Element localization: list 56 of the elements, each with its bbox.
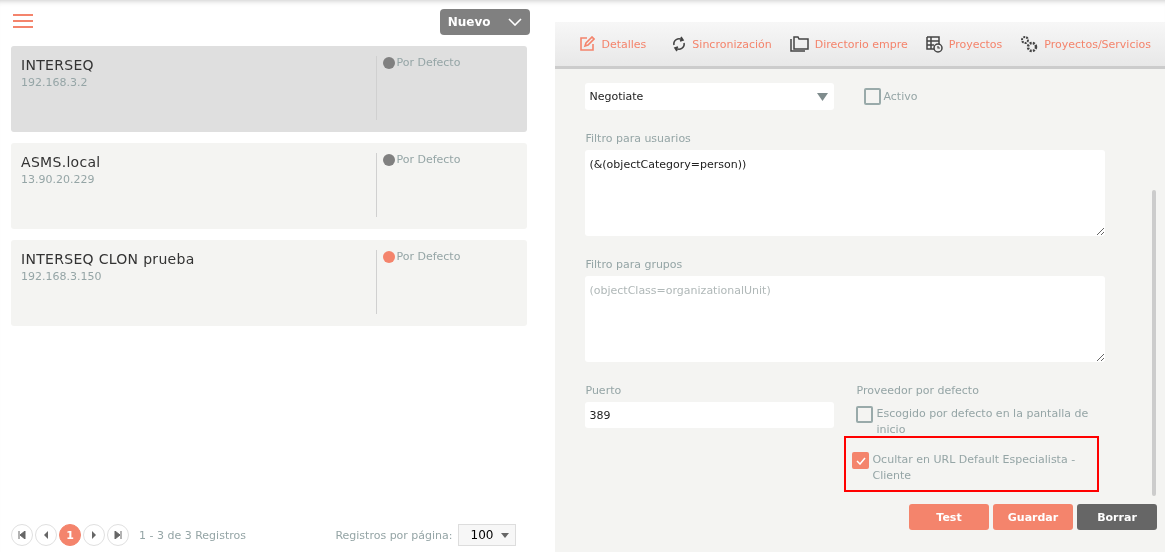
- port-field[interactable]: 389: [585, 402, 835, 428]
- next-page-button[interactable]: [83, 524, 105, 546]
- tab[interactable]: Sincronización: [668, 22, 786, 66]
- record-count: 1 - 3 de 3 Registros: [139, 528, 246, 542]
- dropdown-arrow-icon: [817, 92, 829, 101]
- group-filter-field[interactable]: (objectClass=organizationalUnit): [585, 276, 1106, 362]
- checkbox-label: Ocultar en URL Default Especialista - Cliente: [872, 452, 1077, 484]
- edit-icon: [579, 36, 596, 52]
- auth-select[interactable]: Negotiate: [585, 83, 835, 110]
- gears-icon: [1020, 35, 1039, 53]
- previous-page-button[interactable]: [35, 524, 57, 546]
- last-page-icon: [114, 531, 122, 539]
- field-label: Filtro para usuarios: [585, 132, 692, 145]
- new-button[interactable]: Nuevo: [439, 9, 531, 35]
- record-name: ASMS.local: [21, 154, 102, 170]
- tab[interactable]: Proyectos/Servicios: [1016, 22, 1165, 66]
- record-card[interactable]: ASMS.local 13.90.20.229 Por Defecto: [11, 143, 528, 229]
- chevron-down-icon: [508, 18, 523, 26]
- dropdown-arrow-icon: [501, 532, 510, 538]
- record-address: 192.168.3.2: [21, 76, 89, 89]
- check-icon: [855, 456, 866, 465]
- tab[interactable]: Proyectos: [921, 22, 1017, 66]
- table-clock-icon: [925, 35, 943, 53]
- next-icon: [91, 531, 97, 539]
- delete-button[interactable]: Borrar: [1077, 504, 1157, 530]
- default-label: Por Defecto: [396, 153, 461, 166]
- last-page-button[interactable]: [107, 524, 129, 546]
- default-label: Por Defecto: [396, 250, 461, 263]
- per-page-label: Registros por página:: [335, 528, 453, 542]
- record-address: 13.90.20.229: [21, 173, 96, 186]
- sync-icon: [672, 36, 687, 52]
- page-button[interactable]: 1: [59, 524, 81, 546]
- action-button[interactable]: Guardar: [993, 504, 1073, 530]
- field-label: Filtro para grupos: [585, 258, 684, 271]
- first-page-button[interactable]: [11, 524, 33, 546]
- checkbox-label: Escogido por defecto en la pantalla de inicio: [876, 406, 1090, 438]
- action-button[interactable]: Test: [909, 504, 989, 530]
- tab[interactable]: Detalles: [555, 22, 669, 66]
- field-label: Puerto: [585, 384, 623, 397]
- checkbox[interactable]: [856, 406, 874, 423]
- previous-icon: [43, 531, 49, 539]
- record-name: INTERSEQ: [21, 57, 95, 73]
- record-card[interactable]: INTERSEQ 192.168.3.2 Por Defecto: [11, 46, 528, 132]
- active-label: Activo: [883, 88, 918, 105]
- checkbox[interactable]: [852, 452, 870, 469]
- folders-icon: [789, 36, 809, 52]
- tab[interactable]: Directorio empre: [785, 22, 922, 66]
- field-label: Proveedor por defecto: [856, 384, 980, 397]
- record-name: INTERSEQ CLON prueba: [21, 251, 196, 267]
- record-card[interactable]: INTERSEQ CLON prueba 192.168.3.150 Por Defecto: [11, 240, 528, 326]
- active-checkbox[interactable]: [864, 88, 882, 105]
- record-address: 192.168.3.150: [21, 270, 103, 283]
- default-label: Por Defecto: [396, 56, 461, 69]
- per-page-select[interactable]: 100: [457, 524, 517, 546]
- user-filter-field[interactable]: (&(objectCategory=person)): [585, 150, 1106, 236]
- first-page-icon: [18, 531, 26, 539]
